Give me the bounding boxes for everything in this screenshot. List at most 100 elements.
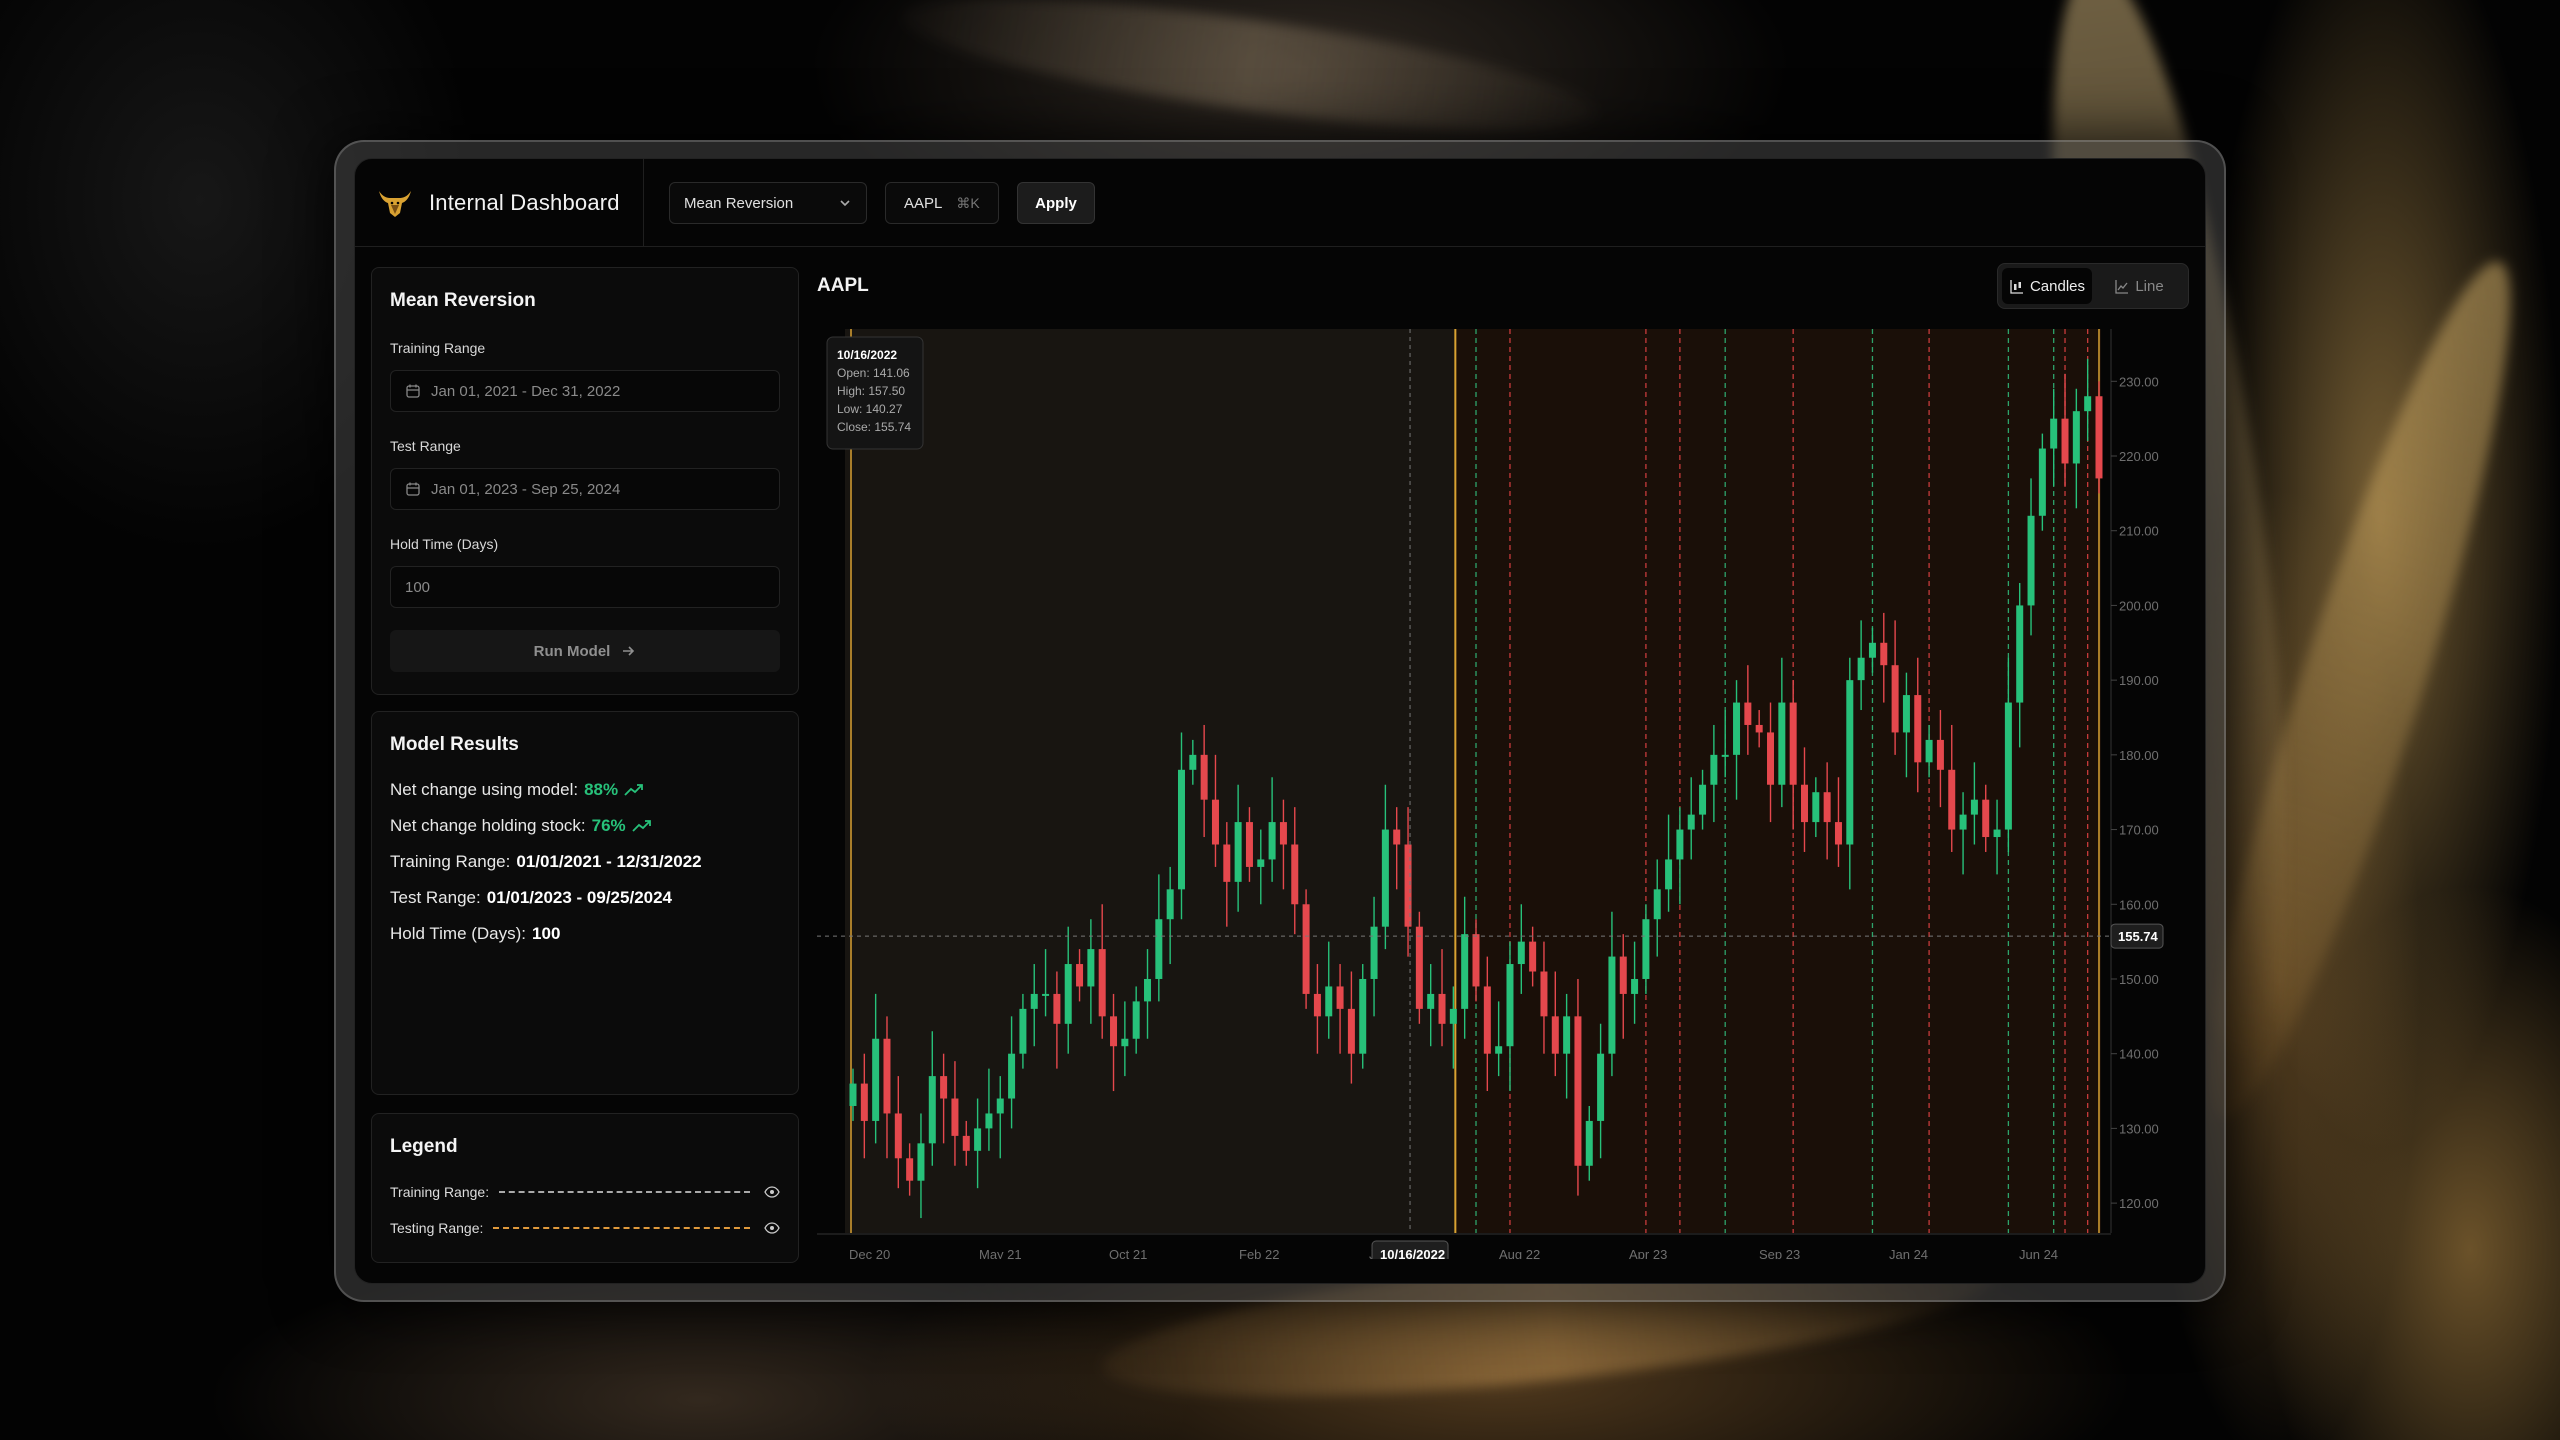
test-range-input[interactable]: Jan 01, 2023 - Sep 25, 2024 [390,468,780,510]
brand: Internal Dashboard [375,179,620,227]
candle-down [1880,642,1888,666]
legend-training-row: Training Range: [390,1184,780,1200]
test-range-value: 01/01/2023 - 09/25/2024 [486,888,673,907]
candle-up [1325,986,1333,1017]
candle-down [1755,724,1763,733]
candle-up [1687,814,1695,830]
chevron-down-icon [840,200,850,207]
legend-testing-label: Testing Range: [390,1220,484,1236]
candle-down [962,1135,970,1151]
ticker-search[interactable]: AAPL ⌘K [885,182,999,224]
x-tick-label: Aug 22 [1499,1247,1540,1259]
hold-time-input[interactable]: 100 [390,566,780,608]
candle-down [906,1158,914,1181]
candle-up [1381,829,1389,927]
candle-up [917,1143,925,1181]
line-toggle[interactable]: Line [2094,268,2184,304]
candle-up [849,1083,857,1106]
candle-up [1370,926,1378,979]
candle-up [2016,605,2024,703]
y-tick-label: 140.00 [2119,1047,2159,1062]
testing-region [1455,329,2101,1233]
training-range-input[interactable]: Jan 01, 2021 - Dec 31, 2022 [390,370,780,412]
candle-up [1676,829,1684,860]
line-label: Line [2135,277,2164,295]
candle-up [1563,1016,1571,1054]
candle-down [1223,844,1231,882]
date-label: 10/16/2022 [1380,1247,1445,1259]
dashboard-window: Internal Dashboard Mean Reversion AAPL ⌘… [354,158,2206,1284]
model-select[interactable]: Mean Reversion [669,182,867,224]
candle-up [996,1098,1004,1114]
hold-time-label: Hold Time (Days) [390,536,499,552]
candle-down [1291,844,1299,905]
candle-down [951,1098,959,1136]
candle-up [1665,859,1673,890]
candle-down [883,1038,891,1114]
candle-up [1121,1038,1129,1047]
candle-down [1823,792,1831,823]
candle-up [1030,993,1038,1009]
candlestick-chart[interactable]: 230.00 220.00 210.00 200.00 190.00 180.00 170.… [817,329,2193,1259]
chart-type-toggle: Candles Line [1997,263,2189,309]
model-change-row: Net change using model: 88% [390,780,644,800]
hold-change-row: Net change holding stock: 76% [390,816,652,836]
candle-down [1574,1016,1582,1166]
y-tick-label: 120.00 [2119,1196,2159,1211]
candle-up [1008,1053,1016,1099]
app-title: Internal Dashboard [429,190,620,215]
candle-down [1936,739,1944,770]
candle-up [1642,919,1650,979]
candle-up [1144,978,1152,1002]
y-tick-label: 130.00 [2119,1121,2159,1136]
candle-down [1211,799,1219,845]
test-range-label: Test Range: [390,888,481,907]
y-tick-label: 180.00 [2119,748,2159,763]
candles-toggle[interactable]: Candles [2002,268,2092,304]
run-model-button[interactable]: Run Model [390,630,780,672]
candle-up [1427,993,1435,1009]
legend-training-label: Training Range: [390,1184,490,1200]
candle-up [1268,822,1276,860]
candle-down [1551,1016,1559,1054]
candle-down [1200,754,1208,800]
candle-up [1155,919,1163,979]
candle-up [1449,1008,1457,1024]
candle-up [1868,642,1876,658]
y-tick-label: 190.00 [2119,673,2159,688]
y-tick-label: 220.00 [2119,449,2159,464]
candle-up [1608,956,1616,1054]
candle-up [2004,702,2012,830]
hold-change-value: 76% [591,816,626,835]
x-tick-label: Sep 23 [1759,1247,1800,1259]
candle-up [1177,769,1185,890]
eye-icon[interactable] [764,1186,780,1198]
candle-up [1993,829,2001,838]
tooltip-value: Close: 155.74 [837,420,911,434]
candle-up [1166,889,1174,920]
candle-up [1042,993,1050,996]
candle-up [1778,702,1786,785]
candle-down [1744,702,1752,725]
candle-up [1087,949,1095,987]
candle-up [1257,859,1265,867]
hold-time-placeholder: 100 [405,578,431,596]
candle-up [1812,792,1820,823]
candle-down [1098,949,1106,1017]
candle-down [1789,702,1797,785]
apply-button[interactable]: Apply [1017,182,1095,224]
candle-up [1925,739,1933,763]
candle-down [1483,986,1491,1054]
eye-icon[interactable] [764,1222,780,1234]
candle-down [940,1076,948,1099]
x-tick-label: Feb 22 [1239,1247,1279,1259]
candle-down [1279,822,1287,845]
hold-days-value: 100 [532,924,561,943]
run-model-label: Run Model [533,642,611,660]
model-select-value: Mean Reversion [684,194,794,212]
params-title: Mean Reversion [390,290,536,311]
divider [643,159,644,247]
candles-icon [2010,279,2023,294]
candle-down [894,1113,902,1159]
model-change-value: 88% [584,780,619,799]
